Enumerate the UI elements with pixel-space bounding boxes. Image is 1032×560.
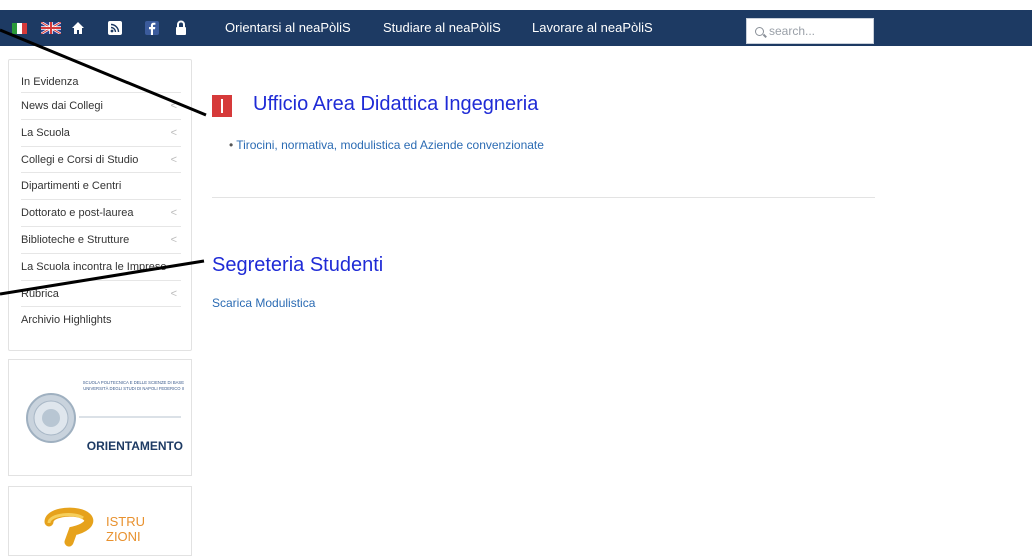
tirocini-link[interactable]: • Tirocini, normativa, modulistica ed Azi…: [229, 138, 544, 152]
banner2-line1: ISTRU: [106, 514, 145, 529]
italian-flag-icon[interactable]: [10, 10, 28, 46]
nav-lavorare-link[interactable]: Lavorare al neaPòliS: [532, 10, 653, 46]
sidebar-item-dipartimenti[interactable]: Dipartimenti e Centri: [21, 173, 181, 201]
sidebar-item-label: In Evidenza: [21, 76, 79, 88]
sidebar-item-label: La Scuola: [21, 126, 70, 139]
search-input[interactable]: search...: [746, 18, 874, 44]
sidebar-item-rubrica[interactable]: Rubrica <: [21, 281, 181, 308]
nav-orientarsi-link[interactable]: Orientarsi al neaPòliS: [225, 10, 351, 46]
section-divider: [212, 197, 875, 198]
section-marker-icon: [212, 95, 232, 117]
chevron-left-icon: <: [170, 287, 177, 300]
sidebar-item-news-dai-collegi[interactable]: News dai Collegi <: [21, 93, 181, 120]
rss-icon[interactable]: [105, 10, 125, 46]
top-navbar: Orientarsi al neaPòliS Studiare al neaPò…: [0, 10, 1032, 46]
facebook-icon[interactable]: [143, 10, 161, 46]
sidebar-item-collegi[interactable]: Collegi e Corsi di Studio <: [21, 147, 181, 174]
scarica-modulistica-link[interactable]: Scarica Modulistica: [212, 296, 315, 310]
orientamento-banner[interactable]: SCUOLA POLITECNICA E DELLE SCIENZE DI BA…: [8, 359, 192, 476]
search-icon: [755, 26, 764, 36]
chevron-left-icon: <: [170, 233, 177, 246]
sidebar-menu: In Evidenza News dai Collegi < La Scuola <…: [8, 59, 192, 351]
chevron-left-icon: <: [170, 100, 177, 112]
sidebar-item-archivio[interactable]: Archivio Highlights: [21, 307, 181, 333]
bullet: •: [229, 138, 234, 152]
university-seal-icon: [26, 393, 76, 443]
sidebar-item-label: Collegi e Corsi di Studio: [21, 153, 139, 166]
istruzioni-banner[interactable]: ISTRU ZIONI: [8, 486, 192, 556]
banner2-line2: ZIONI: [106, 529, 141, 544]
banner-line2: UNIVERSITÀ DEGLI STUDI DI NAPOLI FEDERIC…: [83, 386, 184, 391]
sidebar-item-label: Archivio Highlights: [21, 314, 112, 327]
banner-title: ORIENTAMENTO: [87, 439, 183, 453]
banner-line1: SCUOLA POLITECNICA E DELLE SCIENZE DI BA…: [83, 380, 184, 385]
tirocini-link-label: Tirocini, normativa, modulistica ed Azie…: [236, 138, 544, 152]
uk-flag-icon[interactable]: [40, 10, 62, 46]
search-placeholder: search...: [769, 24, 816, 38]
sidebar-item-biblioteche[interactable]: Biblioteche e Strutture <: [21, 227, 181, 254]
question-mark-icon: [44, 507, 94, 547]
chevron-left-icon: <: [170, 126, 177, 139]
sidebar-item-dottorato[interactable]: Dottorato e post-laurea <: [21, 200, 181, 227]
sidebar-item-label: Biblioteche e Strutture: [21, 233, 130, 246]
chevron-left-icon: <: [170, 153, 177, 166]
nav-studiare-link[interactable]: Studiare al neaPòliS: [383, 10, 501, 46]
lock-icon[interactable]: [171, 10, 191, 46]
section-title-ufficio[interactable]: Ufficio Area Didattica Ingegneria: [253, 93, 538, 116]
sidebar-item-label: Rubrica: [21, 287, 59, 300]
sidebar-item-label: La Scuola incontra le Imprese: [21, 260, 167, 273]
section-title-segreteria[interactable]: Segreteria Studenti: [212, 254, 383, 277]
sidebar-item-la-scuola[interactable]: La Scuola <: [21, 120, 181, 147]
sidebar-item-imprese[interactable]: La Scuola incontra le Imprese: [21, 254, 181, 281]
sidebar-item-label: Dottorato e post-laurea: [21, 207, 134, 220]
sidebar-item-label: News dai Collegi: [21, 100, 103, 112]
home-icon[interactable]: [68, 10, 88, 46]
sidebar-item-in-evidenza[interactable]: In Evidenza: [21, 74, 181, 93]
chevron-left-icon: <: [170, 207, 177, 220]
sidebar-item-label: Dipartimenti e Centri: [21, 180, 122, 193]
